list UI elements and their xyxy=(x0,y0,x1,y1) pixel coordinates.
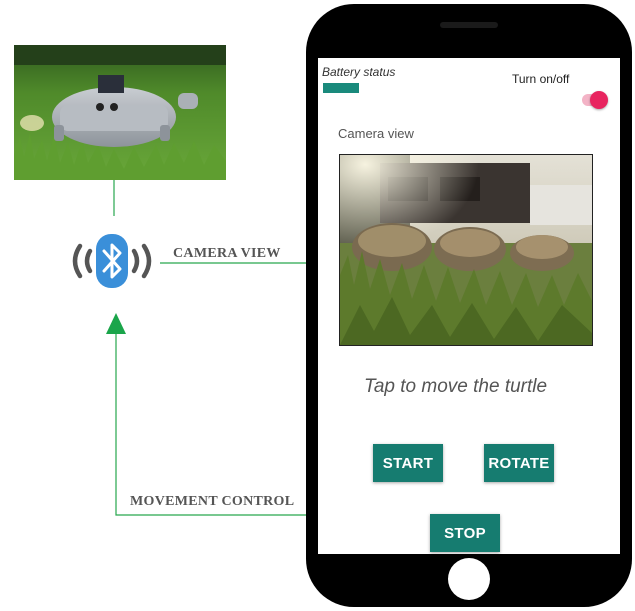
start-button[interactable]: START xyxy=(373,444,443,482)
camera-feed[interactable] xyxy=(339,154,593,346)
power-toggle-knob xyxy=(590,91,608,109)
home-button[interactable] xyxy=(448,558,490,600)
battery-status-label: Battery status xyxy=(322,65,396,79)
rotate-button[interactable]: ROTATE xyxy=(484,444,554,482)
movement-control-line xyxy=(115,334,306,516)
tap-to-move-hint: Tap to move the turtle xyxy=(364,376,548,397)
phone-speaker xyxy=(440,22,498,28)
camera-view-title: Camera view xyxy=(338,126,414,141)
camera-view-label: CAMERA VIEW xyxy=(173,246,281,261)
stop-button[interactable]: STOP xyxy=(430,514,500,552)
bluetooth-icon xyxy=(72,234,152,288)
power-toggle-label: Turn on/off xyxy=(512,72,570,86)
movement-control-label: MOVEMENT CONTROL xyxy=(130,494,295,509)
power-toggle[interactable] xyxy=(582,91,608,109)
battery-status-bar xyxy=(323,83,359,93)
movement-control-arrowhead xyxy=(106,313,126,334)
